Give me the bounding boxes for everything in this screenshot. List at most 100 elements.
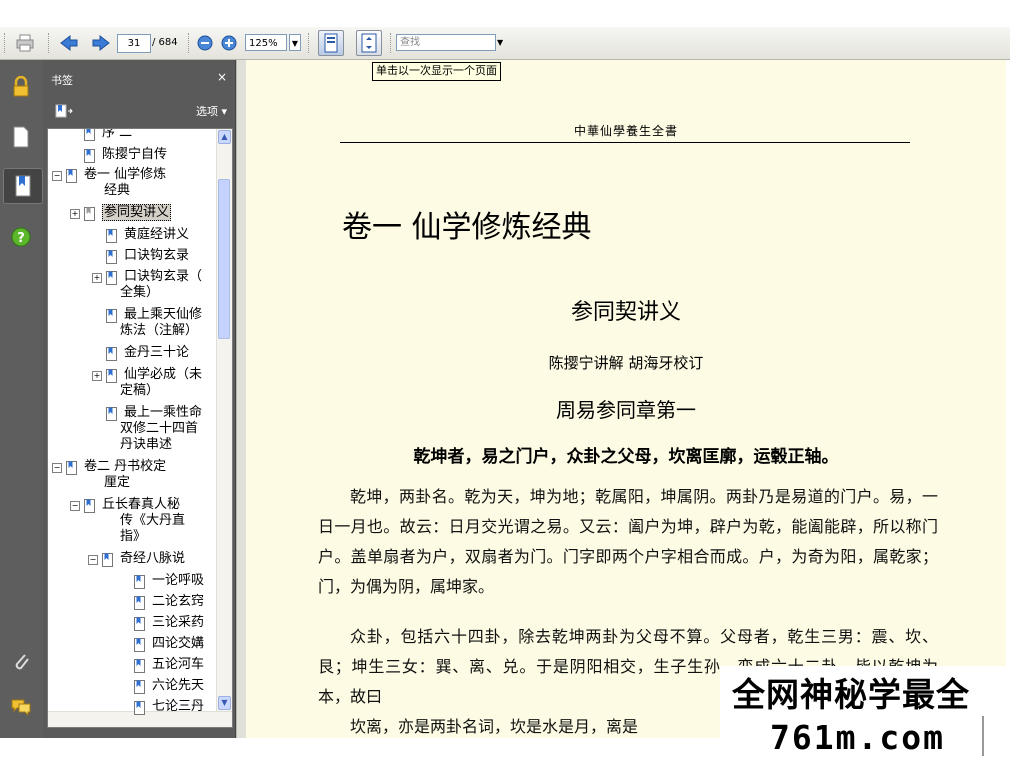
bookmark-item[interactable]: 经典 [104, 183, 130, 199]
bookmarks-scrollbar[interactable]: ▲ ▼ [216, 129, 232, 712]
watermark-line1: 全网神秘学最全 [732, 675, 970, 714]
collapse-icon[interactable]: − [70, 501, 80, 511]
document-scrollbar[interactable] [1006, 60, 1024, 738]
bookmark-item[interactable]: 参同契讲义 [102, 204, 172, 221]
bookmark-icon [84, 206, 95, 221]
single-page-view-button[interactable] [318, 30, 344, 56]
next-page-icon[interactable] [90, 33, 112, 53]
print-icon[interactable] [14, 33, 36, 53]
bookmark-item[interactable]: 金丹三十论 [124, 345, 189, 361]
bookmark-item[interactable]: 卷一 仙学修炼 [84, 167, 166, 183]
bookmark-icon [134, 637, 145, 652]
bookmark-item[interactable]: 最上乘天仙修 [124, 307, 202, 323]
document-view: 中華仙學養生全書 卷一 仙学修炼经典 参同契讲义 陈撄宁讲解 胡海牙校订 周易参… [246, 60, 1006, 738]
bookmark-item[interactable]: 指》 [120, 529, 146, 545]
bookmark-icon [66, 460, 77, 475]
bookmark-icon [134, 595, 145, 610]
tooltip: 单击以一次显示一个页面 [372, 62, 501, 81]
bookmark-label: 卷一 仙学修炼 [84, 167, 167, 182]
toolbar-separator [308, 33, 311, 53]
bookmark-label: 丘长春真人秘 [102, 497, 181, 512]
chapter-title: 参同契讲义 [570, 300, 681, 325]
scroll-thumb[interactable] [218, 179, 230, 339]
bookmark-item[interactable]: 陈撄宁自传 [102, 147, 167, 163]
toolbar-separator [188, 33, 191, 53]
bookmark-item[interactable]: 一论呼吸 [152, 573, 204, 589]
bookmark-label: 全集） [120, 285, 160, 300]
bookmark-item[interactable]: 序 二 [102, 129, 132, 141]
continuous-view-button[interactable] [356, 30, 382, 56]
bookmark-label: 经典 [104, 183, 131, 198]
watermark: 全网神秘学最全 761m.com [720, 666, 1020, 768]
collapse-icon[interactable]: − [52, 463, 62, 473]
expand-icon[interactable]: + [92, 371, 102, 381]
volume-title: 卷一 仙学修炼经典 [342, 210, 592, 245]
bookmark-item[interactable]: 双修二十四首 [120, 421, 198, 437]
comments-icon[interactable] [8, 694, 34, 720]
bookmark-label: 四论交媾 [152, 636, 205, 651]
bookmark-item[interactable]: 黄庭经讲义 [124, 227, 189, 243]
lock-icon[interactable] [8, 74, 34, 100]
collapse-icon[interactable]: − [88, 555, 98, 565]
bookmarks-icon[interactable] [3, 168, 43, 204]
scroll-up-icon[interactable]: ▲ [218, 130, 231, 144]
bookmark-icon [134, 616, 145, 631]
bookmark-item[interactable]: 口诀钩玄录 [124, 248, 189, 264]
bookmark-icon [106, 308, 117, 323]
bookmark-item[interactable]: 定稿） [120, 383, 159, 399]
bookmark-item[interactable]: 三论采药 [152, 615, 204, 631]
help-icon[interactable]: ? [8, 224, 34, 250]
close-icon[interactable]: × [217, 70, 227, 84]
bookmark-item[interactable]: 二论玄窍 [152, 594, 204, 610]
bookmark-item[interactable]: 六论先天 [152, 678, 204, 694]
running-header: 中華仙學養生全書 [573, 124, 678, 138]
key-verse: 乾坤者，易之门户，众卦之父母，坎离匡廓，运毂正轴。 [413, 447, 839, 467]
find-input[interactable]: 查找 [396, 34, 496, 51]
zoom-input[interactable]: 125% [245, 34, 287, 51]
bookmark-item[interactable]: 卷二 丹书校定 [84, 459, 166, 475]
scroll-down-icon[interactable]: ▼ [218, 696, 231, 710]
bookmark-label: 一论呼吸 [152, 573, 205, 588]
bookmark-label: 丹诀串述 [120, 437, 173, 452]
zoom-dropdown-icon[interactable]: ▼ [289, 34, 301, 51]
bookmark-item[interactable]: 口诀钩玄录（ [124, 269, 202, 285]
attachments-icon[interactable] [8, 648, 34, 674]
new-bookmark-icon[interactable] [55, 103, 73, 122]
bookmark-item[interactable]: 最上一乘性命 [124, 405, 202, 421]
bookmark-label: 奇经八脉说 [120, 551, 186, 566]
find-dropdown-icon[interactable]: ▼ [497, 38, 503, 58]
navigation-rail: ? [0, 60, 43, 738]
bookmark-item[interactable]: 厘定 [104, 475, 130, 491]
bookmark-icon [106, 228, 117, 243]
options-menu[interactable]: 选项 ▾ [196, 103, 227, 119]
toolbar: 31 / 684 125% ▼ 查找 ▼ [0, 27, 1010, 60]
bookmark-item[interactable]: 四论交媾 [152, 636, 204, 652]
previous-page-icon[interactable] [58, 33, 80, 53]
bookmark-item[interactable]: 全集） [120, 285, 159, 301]
bookmark-item[interactable]: 仙学必成（未 [124, 367, 202, 383]
bookmark-item[interactable]: 炼法（注解） [120, 323, 198, 339]
bookmark-icon [106, 270, 117, 285]
bookmark-icon [102, 552, 113, 567]
bookmark-item[interactable]: 奇经八脉说 [120, 551, 185, 567]
pages-icon[interactable] [8, 124, 34, 150]
bookmark-icon [106, 368, 117, 383]
bookmark-label: 金丹三十论 [124, 345, 190, 360]
bookmark-label: 最上乘天仙修 [124, 307, 203, 322]
zoom-in-icon[interactable] [218, 33, 240, 53]
bookmark-label: 指》 [120, 529, 147, 544]
header-rule [340, 142, 910, 143]
bookmark-item[interactable]: 丘长春真人秘 [102, 497, 180, 513]
collapse-icon[interactable]: − [52, 171, 62, 181]
bookmark-item[interactable]: 丹诀串述 [120, 437, 172, 453]
bookmarks-header: 书签 × 选项 ▾ [43, 60, 235, 128]
paragraph: 乾坤，两卦名。乾为天，坤为地；乾属阳，坤属阴。两卦乃是易道的门户。易，一日一月也… [318, 487, 938, 596]
expand-icon[interactable]: + [92, 273, 102, 283]
bookmark-item[interactable]: 传《大丹直 [120, 513, 185, 529]
zoom-out-icon[interactable] [194, 33, 216, 53]
bookmark-icon [84, 129, 95, 141]
expand-icon[interactable]: + [70, 209, 80, 219]
bookmark-item[interactable]: 五论河车 [152, 657, 204, 673]
page-number-input[interactable]: 31 [117, 34, 151, 53]
bookmark-icon [134, 658, 145, 673]
